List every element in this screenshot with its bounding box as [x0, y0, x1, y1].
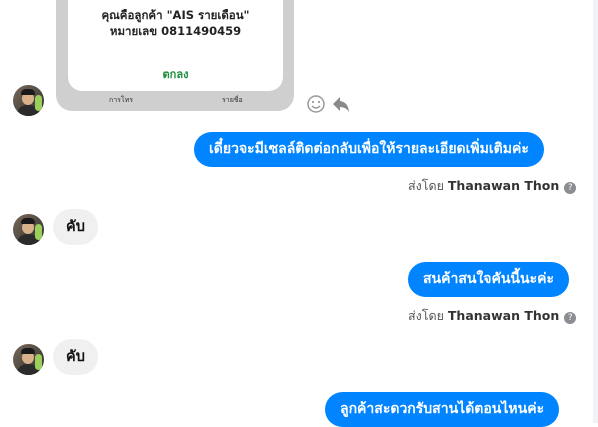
sender-name: Thanawan Thon: [447, 178, 560, 193]
sent-by-label: ส่งโดย Thanawan Thon?: [408, 176, 577, 196]
outgoing-message[interactable]: เดี๋ยวจะมีเซลล์ติดต่อกลับเพื่อให้รายละเอ…: [194, 132, 544, 167]
smiley-react-icon[interactable]: [305, 93, 327, 115]
reply-arrow-icon[interactable]: [330, 93, 352, 115]
sent-by-label: ส่งโดย Thanawan Thon?: [408, 306, 577, 326]
shared-image-message[interactable]: คุณคือลูกค้า "AIS รายเดือน" หมายเลข 0811…: [56, 0, 294, 111]
scrollbar-track[interactable]: [593, 0, 598, 423]
outgoing-message[interactable]: สนค้าสนใจคันนี้นะค่ะ: [408, 262, 569, 297]
dialog-ok-button: ตกลง: [162, 68, 189, 81]
avatar[interactable]: [13, 85, 44, 116]
outgoing-message[interactable]: ลูกค้าสะดวกรับสานได้ตอนไหนค่ะ: [325, 392, 560, 427]
help-circle-icon[interactable]: ?: [564, 182, 577, 194]
sender-name: Thanawan Thon: [447, 308, 560, 323]
incoming-message[interactable]: คับ: [53, 209, 98, 245]
incoming-message[interactable]: คับ: [53, 339, 98, 375]
avatar[interactable]: [13, 344, 44, 375]
phone-dialog: คุณคือลูกค้า "AIS รายเดือน" หมายเลข 0811…: [68, 0, 283, 91]
avatar[interactable]: [13, 214, 44, 245]
sent-by-prefix: ส่งโดย: [408, 178, 444, 193]
sent-by-prefix: ส่งโดย: [408, 308, 444, 323]
dialog-phone-number: หมายเลข 0811490459: [109, 24, 242, 38]
help-circle-icon[interactable]: ?: [564, 312, 577, 324]
phone-tab-calls: การโทร: [109, 96, 134, 104]
phone-tab-contacts: รายชื่อ: [222, 96, 243, 104]
